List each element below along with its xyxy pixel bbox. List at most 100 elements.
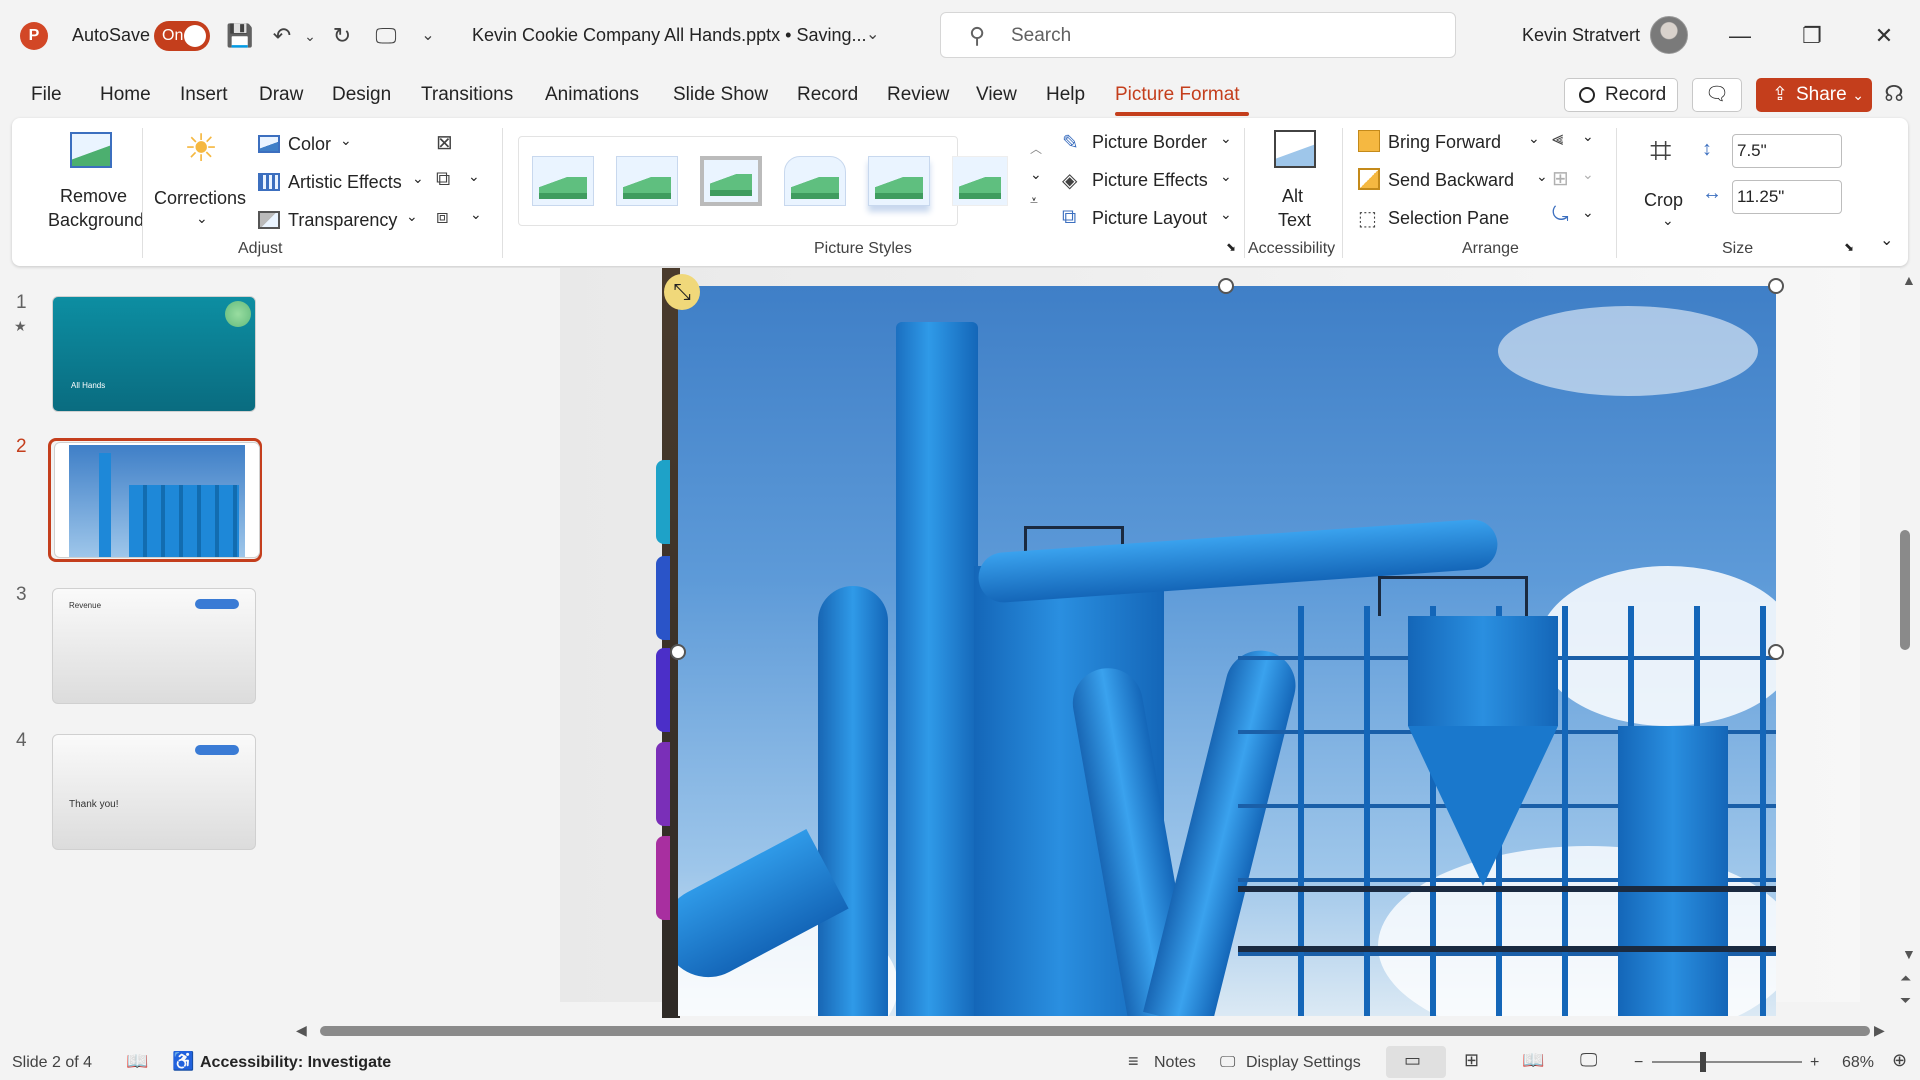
resize-handle-right[interactable] — [1768, 644, 1784, 660]
fit-to-window-icon[interactable]: ⊕ — [1892, 1050, 1907, 1071]
customize-toolbar-icon[interactable]: ⌄ — [414, 22, 442, 50]
notes-button[interactable]: Notes — [1154, 1054, 1196, 1072]
slide-sorter-icon[interactable]: ⊞ — [1464, 1050, 1479, 1071]
tab-slide-show[interactable]: Slide Show — [673, 84, 768, 106]
search-input[interactable]: ⚲ Search — [940, 12, 1456, 58]
scroll-down-icon[interactable]: ▼ — [1902, 946, 1916, 962]
picture-style-3[interactable] — [700, 156, 762, 206]
share-button[interactable]: ⇪ Share ⌄ — [1756, 78, 1872, 112]
vertical-scrollbar-thumb[interactable] — [1900, 530, 1910, 650]
crop-button[interactable]: ⌗ Crop ⌄ — [1636, 128, 1706, 238]
zoom-level[interactable]: 68% — [1842, 1054, 1874, 1072]
bring-forward-button[interactable]: Bring Forward ⌄ — [1358, 128, 1548, 156]
tab-record[interactable]: Record — [797, 84, 858, 106]
picture-style-4[interactable] — [784, 156, 846, 206]
document-title[interactable]: Kevin Cookie Company All Hands.pptx • Sa… — [472, 25, 867, 46]
tab-view[interactable]: View — [976, 84, 1017, 106]
tab-design[interactable]: Design — [332, 84, 391, 106]
selection-pane-button[interactable]: ⬚ Selection Pane — [1358, 204, 1528, 232]
align-icon[interactable]: ⫷ — [1552, 128, 1563, 151]
comments-button[interactable]: 🗨 — [1692, 78, 1742, 112]
horizontal-scrollbar-thumb[interactable] — [320, 1026, 1870, 1036]
scroll-left-icon[interactable]: ◀ — [296, 1022, 307, 1039]
share-chevron-icon[interactable]: ⌄ — [1852, 78, 1864, 112]
close-icon[interactable]: ✕ — [1864, 18, 1904, 54]
width-input[interactable]: 11.25" — [1732, 180, 1842, 214]
group-icon[interactable]: ⊞ — [1552, 166, 1569, 191]
tab-picture-format[interactable]: Picture Format — [1115, 84, 1240, 106]
picture-effects-button[interactable]: ◈ Picture Effects ⌄ — [1062, 166, 1234, 194]
color-button[interactable]: Color ⌄ — [258, 132, 358, 160]
tab-help[interactable]: Help — [1046, 84, 1085, 106]
rotate-icon[interactable]: ⤿ — [1552, 204, 1569, 227]
display-settings-icon[interactable]: 🖵 — [1220, 1054, 1235, 1072]
resize-handle-top-right[interactable] — [1768, 278, 1784, 294]
undo-dropdown-icon[interactable]: ⌄ — [296, 22, 324, 50]
gallery-scroll-up-icon[interactable]: ︿ — [1030, 140, 1042, 157]
title-chevron-icon[interactable]: ⌄ — [866, 24, 879, 44]
picture-border-button[interactable]: ✎ Picture Border ⌄ — [1062, 128, 1234, 156]
size-launcher-icon[interactable]: ⬊ — [1844, 240, 1854, 254]
zoom-out-icon[interactable]: − — [1634, 1054, 1643, 1072]
next-slide-icon[interactable]: ⏷ — [1900, 992, 1911, 1009]
picture-style-5[interactable] — [868, 156, 930, 206]
group-chevron-icon[interactable]: ⌄ — [1582, 166, 1594, 183]
undo-icon[interactable]: ↶ — [268, 22, 296, 50]
send-backward-button[interactable]: Send Backward ⌄ — [1358, 166, 1548, 194]
redo-icon[interactable]: ↻ — [328, 22, 356, 50]
minimize-icon[interactable]: — — [1720, 18, 1760, 54]
previous-slide-icon[interactable]: ⏶ — [1900, 970, 1911, 987]
slideshow-icon[interactable]: 🖵 — [1580, 1050, 1597, 1071]
display-settings-button[interactable]: Display Settings — [1246, 1054, 1361, 1072]
rotate-chevron-icon[interactable]: ⌄ — [1582, 204, 1594, 221]
tab-file[interactable]: File — [31, 84, 62, 106]
reset-picture-icon[interactable]: ⧈ — [436, 206, 449, 229]
avatar[interactable] — [1650, 16, 1688, 54]
change-picture-chevron-icon[interactable]: ⌄ — [468, 168, 480, 185]
slide-thumbnail-2[interactable] — [54, 442, 260, 558]
present-icon[interactable]: 🖵 — [372, 22, 400, 50]
slide-thumbnail-3[interactable]: Revenue — [52, 588, 256, 704]
save-icon[interactable]: 💾 — [226, 22, 254, 50]
change-picture-icon[interactable]: ⧉ — [436, 168, 450, 191]
copilot-icon[interactable]: ☊ — [1880, 80, 1908, 108]
slide-thumbnail-4[interactable]: Thank you! — [52, 734, 256, 850]
autosave-toggle[interactable]: On — [154, 21, 210, 51]
collapse-ribbon-icon[interactable]: ⌄ — [1880, 230, 1893, 250]
picture-layout-button[interactable]: ⧉ Picture Layout ⌄ — [1062, 204, 1234, 232]
align-chevron-icon[interactable]: ⌄ — [1582, 128, 1594, 145]
gallery-more-icon[interactable]: ⩡ — [1030, 192, 1038, 209]
artistic-effects-button[interactable]: Artistic Effects ⌄ — [258, 170, 428, 198]
tab-insert[interactable]: Insert — [180, 84, 228, 106]
zoom-in-icon[interactable]: + — [1810, 1054, 1819, 1072]
compress-pictures-icon[interactable]: ⊠ — [436, 130, 453, 155]
tab-animations[interactable]: Animations — [545, 84, 639, 106]
zoom-slider[interactable] — [1652, 1061, 1802, 1063]
user-name[interactable]: Kevin Stratvert — [1522, 25, 1640, 46]
spelling-icon[interactable]: 📖 — [126, 1051, 148, 1072]
accessibility-status[interactable]: Accessibility: Investigate — [200, 1054, 391, 1072]
transparency-button[interactable]: Transparency ⌄ — [258, 208, 418, 236]
zoom-slider-thumb[interactable] — [1700, 1052, 1706, 1072]
resize-handle-left[interactable] — [670, 644, 686, 660]
alt-text-button[interactable]: Alt Text — [1258, 130, 1332, 234]
remove-background-button[interactable]: Remove Background — [32, 126, 144, 236]
resize-handle-top[interactable] — [1218, 278, 1234, 294]
gallery-scroll-down-icon[interactable]: ⌄ — [1030, 166, 1042, 183]
height-input[interactable]: 7.5" — [1732, 134, 1842, 168]
reset-picture-chevron-icon[interactable]: ⌄ — [470, 206, 482, 223]
restore-icon[interactable]: ❐ — [1792, 18, 1832, 54]
record-button[interactable]: Record — [1564, 78, 1678, 112]
slide-thumbnail-1[interactable]: All Hands — [52, 296, 256, 412]
picture-styles-launcher-icon[interactable]: ⬊ — [1226, 240, 1236, 254]
factory-picture[interactable] — [678, 286, 1776, 1016]
tab-draw[interactable]: Draw — [259, 84, 303, 106]
reading-view-icon[interactable]: 📖 — [1522, 1050, 1544, 1071]
notes-icon[interactable]: ≡ — [1128, 1051, 1139, 1072]
scroll-right-icon[interactable]: ▶ — [1874, 1022, 1885, 1039]
corrections-button[interactable]: ☀ Corrections ⌄ — [148, 126, 258, 242]
picture-style-2[interactable] — [616, 156, 678, 206]
accessibility-icon[interactable]: ♿ — [172, 1051, 194, 1072]
tab-review[interactable]: Review — [887, 84, 949, 106]
picture-style-1[interactable] — [532, 156, 594, 206]
